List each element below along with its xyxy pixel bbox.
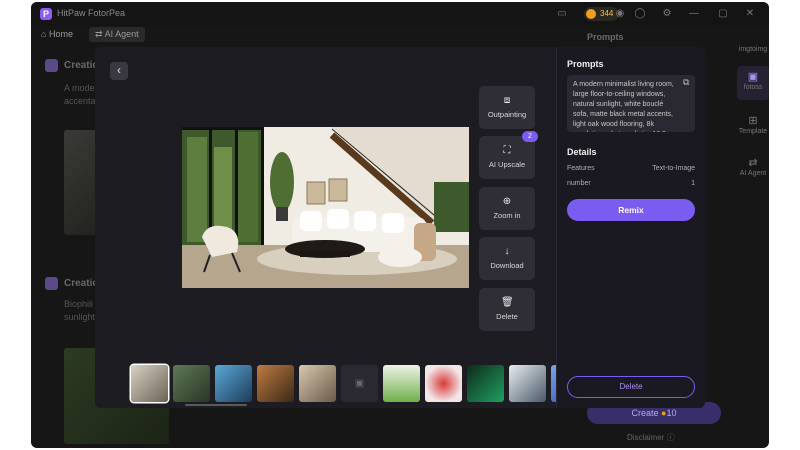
outpainting-button[interactable]: ⧈ Outpainting <box>479 86 535 129</box>
thumbnail-item[interactable] <box>131 365 168 402</box>
disclaimer-link[interactable]: Disclaimer ⓘ <box>627 432 675 443</box>
photo-icon: ▣ <box>747 71 759 83</box>
detail-row: number 1 <box>567 180 695 187</box>
home-icon: ⌂ <box>41 29 47 39</box>
prompts-heading: Prompts <box>567 59 604 69</box>
detail-value: 1 <box>691 180 695 187</box>
thumbnail-item[interactable] <box>299 365 336 402</box>
upscale-cost-badge: 2 <box>522 131 538 142</box>
coin-icon <box>586 9 596 19</box>
nav-ai-agent[interactable]: ⇄ AI Agent <box>737 156 769 177</box>
thumbnail-item[interactable] <box>257 365 294 402</box>
living-room-image <box>182 127 469 288</box>
thumbnail-item[interactable] <box>509 365 546 402</box>
home-label: Home <box>48 29 73 39</box>
settings-icon[interactable]: ⚙ <box>661 8 673 20</box>
trash-icon: 🗑 <box>501 297 514 308</box>
app-window: P HitPaw FotorPea ▭ 344 ◉ ◯ ⚙ — ▢ ✕ ⌂ Ho… <box>31 2 769 448</box>
bg-prompts-title: Prompts <box>587 32 624 42</box>
agent-icon: ⇄ <box>748 157 758 169</box>
home-tab[interactable]: ⌂ Home <box>41 29 73 39</box>
nav-label: imgtoimg <box>738 46 768 53</box>
detail-key: number <box>567 180 591 187</box>
remix-button[interactable]: Remix <box>567 199 695 221</box>
zoom-in-button[interactable]: ⊕ Zoom in <box>479 187 535 230</box>
zoom-in-label: Zoom in <box>493 211 521 220</box>
creation-text: A mode <box>64 83 95 93</box>
outpainting-label: Outpainting <box>487 110 527 119</box>
details-heading: Details <box>567 147 597 157</box>
nav-label: fotoss <box>743 84 763 91</box>
title-bar: P HitPaw FotorPea ▭ 344 ◉ ◯ ⚙ — ▢ ✕ <box>31 2 769 26</box>
creation-image[interactable] <box>64 130 98 235</box>
thumbnail-item[interactable] <box>383 365 420 402</box>
app-logo-icon: P <box>40 8 52 20</box>
creation-text: accenta <box>64 96 96 106</box>
download-label: Download <box>490 261 524 270</box>
creation-avatar <box>45 59 58 72</box>
outpainting-icon: ⧈ <box>503 95 511 106</box>
chevron-left-icon: ‹ <box>117 63 121 77</box>
thumbnail-item[interactable] <box>215 365 252 402</box>
back-button[interactable]: ‹ <box>110 62 128 80</box>
creation-avatar <box>45 277 58 290</box>
nav-imgtoimg[interactable]: imgtoimg <box>737 46 769 53</box>
thumbnail-item[interactable] <box>467 365 504 402</box>
ai-agent-label: AI Agent <box>104 29 139 39</box>
ai-upscale-label: AI Upscale <box>488 160 526 169</box>
zoom-in-icon: ⊕ <box>502 196 512 207</box>
create-cost: 10 <box>666 408 677 418</box>
toolbar: ⌂ Home ⇄ AI Agent <box>31 26 769 44</box>
maximize-icon[interactable]: ▢ <box>717 8 729 20</box>
delete-outline-button[interactable]: Delete <box>567 376 695 398</box>
credits-count: 344 <box>600 9 614 18</box>
nav-fotoss[interactable]: ▣ fotoss <box>737 66 769 100</box>
agent-tab-icon: ⇄ <box>95 29 103 39</box>
minimize-icon[interactable]: — <box>688 8 700 20</box>
image-preview[interactable] <box>182 127 469 288</box>
ai-agent-tab[interactable]: ⇄ AI Agent <box>89 27 145 42</box>
image-detail-modal: ‹ ⧈ Outpainting 2 ⛶ AI Upscale ⊕ Zoom in… <box>95 47 705 408</box>
upscale-icon: ⛶ <box>503 145 511 156</box>
nav-template[interactable]: ⊞ Template <box>737 114 769 135</box>
info-icon: ⓘ <box>666 433 675 442</box>
detail-value: Text-to-Image <box>652 165 695 172</box>
detail-key: Features <box>567 165 595 172</box>
thumbnail-strip: ▣ <box>100 365 581 402</box>
download-button[interactable]: ↓ Download <box>479 237 535 280</box>
ai-upscale-button[interactable]: 2 ⛶ AI Upscale <box>479 131 538 179</box>
thumbnail-item[interactable] <box>425 365 462 402</box>
disclaimer-label: Disclaimer <box>627 433 665 442</box>
image-placeholder-icon: ▣ <box>354 378 365 389</box>
details-panel: Prompts A modern minimalist living room,… <box>556 47 705 408</box>
account-icon[interactable]: ◯ <box>634 8 646 20</box>
delete-label: Delete <box>496 312 518 321</box>
thumbnail-item[interactable]: ▣ <box>341 365 378 402</box>
nav-label: Template <box>738 128 768 135</box>
thumbnail-scrollbar[interactable] <box>185 404 247 406</box>
app-title: HitPaw FotorPea <box>57 8 126 18</box>
download-icon: ↓ <box>504 246 510 257</box>
prompt-text: A modern minimalist living room, large f… <box>567 75 695 132</box>
thumbnail-item[interactable] <box>173 365 210 402</box>
create-label: Create <box>631 408 659 418</box>
nav-label: AI Agent <box>739 170 767 177</box>
creation-text: sunlight <box>64 312 96 322</box>
gift-icon[interactable]: ◉ <box>614 8 626 20</box>
close-icon[interactable]: ✕ <box>744 8 756 20</box>
copy-icon[interactable]: ⧉ <box>683 77 689 88</box>
creation-text: Biophili <box>64 299 94 309</box>
message-icon[interactable]: ▭ <box>556 8 568 20</box>
template-icon: ⊞ <box>748 115 758 127</box>
delete-button[interactable]: 🗑 Delete <box>479 288 535 331</box>
detail-row: Features Text-to-Image <box>567 165 695 172</box>
